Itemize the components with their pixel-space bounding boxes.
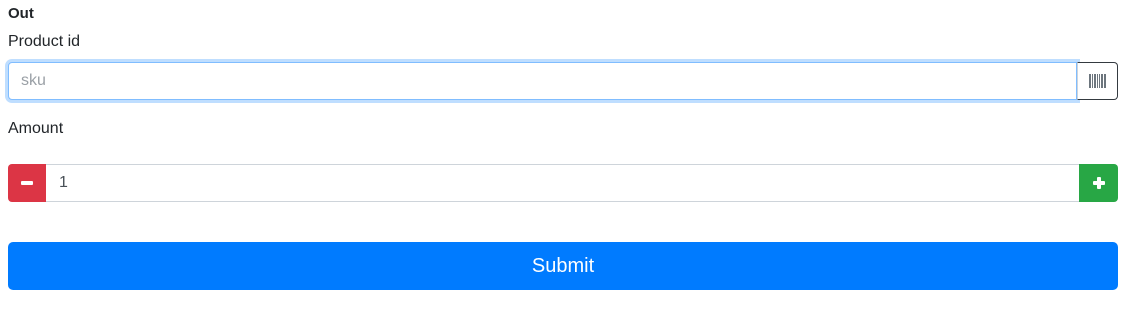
barcode-icon: [1089, 74, 1106, 88]
form-title: Out: [8, 5, 34, 22]
product-id-input-group: [8, 62, 1118, 100]
out-form: Out Product id Amount: [0, 0, 1129, 309]
amount-label: Amount: [8, 120, 64, 137]
product-id-label: Product id: [8, 33, 81, 50]
amount-input[interactable]: [46, 164, 1079, 202]
scan-barcode-button[interactable]: [1077, 62, 1118, 100]
submit-button[interactable]: Submit: [8, 242, 1118, 290]
increment-button[interactable]: [1079, 164, 1118, 202]
decrement-button[interactable]: [8, 164, 46, 202]
amount-stepper: [8, 164, 1118, 202]
sku-input[interactable]: [8, 62, 1077, 100]
minus-icon: [21, 181, 33, 185]
plus-icon: [1092, 177, 1105, 189]
